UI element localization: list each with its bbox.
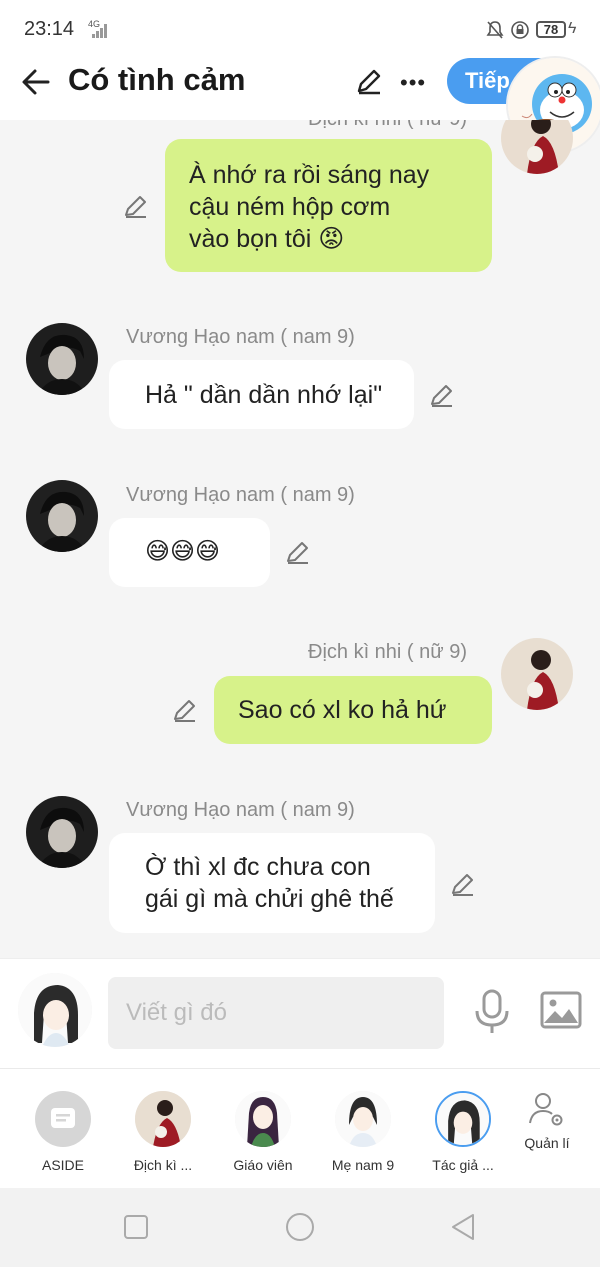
character-dich-ki-nhi[interactable]: Địch kì ... [113, 1091, 213, 1173]
chat-bubble-icon [35, 1091, 91, 1147]
status-bar: 23:14 4G 78 ϟ [0, 0, 600, 58]
sender-name: Vương Hạo nam ( nam 9) [126, 326, 355, 348]
edit-message-icon[interactable] [284, 538, 312, 566]
system-nav-bar [0, 1188, 600, 1267]
avatar [335, 1091, 391, 1147]
edit-message-icon[interactable] [428, 381, 456, 409]
avatar [235, 1091, 291, 1147]
message-line: gái gì mà chửi ghê thế [145, 885, 394, 913]
message-bubble-received[interactable]: 😅😅😅 [109, 518, 270, 587]
avatar [135, 1091, 191, 1147]
manage-label: Quản lí [524, 1135, 570, 1151]
avatar[interactable] [26, 480, 98, 552]
image-icon[interactable] [540, 991, 582, 1029]
back-arrow-icon[interactable] [18, 64, 54, 100]
message-line: Ờ thì xl đc chưa con [145, 853, 371, 881]
message-bubble-received[interactable]: Ờ thì xl đc chưa con gái gì mà chửi ghê … [109, 833, 435, 933]
avatar[interactable] [26, 323, 98, 395]
sender-name: Vương Hạo nam ( nam 9) [126, 484, 355, 506]
rotation-lock-icon [511, 21, 529, 39]
message-line: cậu ném hộp cơm [189, 193, 391, 221]
status-time: 23:14 [24, 18, 75, 40]
character-mother[interactable]: Mẹ nam 9 [313, 1091, 413, 1173]
page-title: Có tình cảm [68, 62, 246, 97]
character-label: Giáo viên [233, 1157, 293, 1173]
current-character-avatar[interactable] [18, 973, 92, 1047]
character-label: Mẹ nam 9 [331, 1157, 395, 1173]
sender-name: Địch kì nhi ( nữ 9) [308, 641, 467, 663]
sender-name: Vương Hạo nam ( nam 9) [126, 799, 355, 821]
avatar [435, 1091, 491, 1147]
top-bar: Có tình cảm ••• Tiếp [0, 56, 600, 154]
recent-apps-icon[interactable] [123, 1214, 149, 1240]
edit-message-icon[interactable] [171, 696, 199, 724]
edit-message-icon[interactable] [449, 870, 477, 898]
message-line: vào bọn tôi 😡 [189, 225, 345, 253]
charging-icon: ϟ [568, 20, 577, 37]
manage-button[interactable]: Quản lí [497, 1089, 597, 1151]
message-line: Sao có xl ko hả hứ [238, 696, 447, 724]
character-aside[interactable]: ASIDE [13, 1091, 113, 1173]
sender-name: Địch kì nhi ( nữ 9) [308, 120, 467, 131]
edit-icon[interactable] [354, 66, 384, 96]
microphone-icon[interactable] [472, 989, 512, 1035]
message-input[interactable] [108, 977, 444, 1049]
character-switcher: ASIDE Địch kì ... Giáo viên Mẹ nam 9 Tác… [0, 1068, 600, 1188]
message-line: Hả " dần dần nhớ lại" [145, 381, 383, 409]
avatar[interactable] [501, 120, 573, 174]
signal-icon [92, 24, 108, 38]
message-bubble-sent[interactable]: À nhớ ra rồi sáng nay cậu ném hộp cơm và… [165, 139, 492, 272]
user-gear-icon [529, 1093, 563, 1126]
battery-indicator: 78 [536, 21, 566, 38]
home-icon[interactable] [285, 1212, 315, 1242]
avatar[interactable] [26, 796, 98, 868]
character-label: Tác giả ... [432, 1157, 494, 1173]
composer-bar [0, 958, 600, 1068]
chat-area[interactable]: Địch kì nhi ( nữ 9) À nhớ ra rồi sáng na… [0, 120, 600, 958]
message-bubble-sent[interactable]: Sao có xl ko hả hứ [214, 676, 492, 744]
next-button-label: Tiếp [465, 68, 510, 93]
message-line: À nhớ ra rồi sáng nay [189, 161, 430, 189]
avatar[interactable] [501, 638, 573, 710]
more-icon[interactable]: ••• [400, 70, 426, 96]
bell-off-icon [486, 21, 504, 39]
edit-message-icon[interactable] [122, 192, 150, 220]
message-line: 😅😅😅 [145, 538, 221, 565]
character-label: Địch kì ... [133, 1157, 193, 1173]
message-bubble-received[interactable]: Hả " dần dần nhớ lại" [109, 360, 414, 429]
character-label: ASIDE [41, 1157, 84, 1173]
character-teacher[interactable]: Giáo viên [213, 1091, 313, 1173]
back-nav-icon[interactable] [450, 1213, 476, 1241]
